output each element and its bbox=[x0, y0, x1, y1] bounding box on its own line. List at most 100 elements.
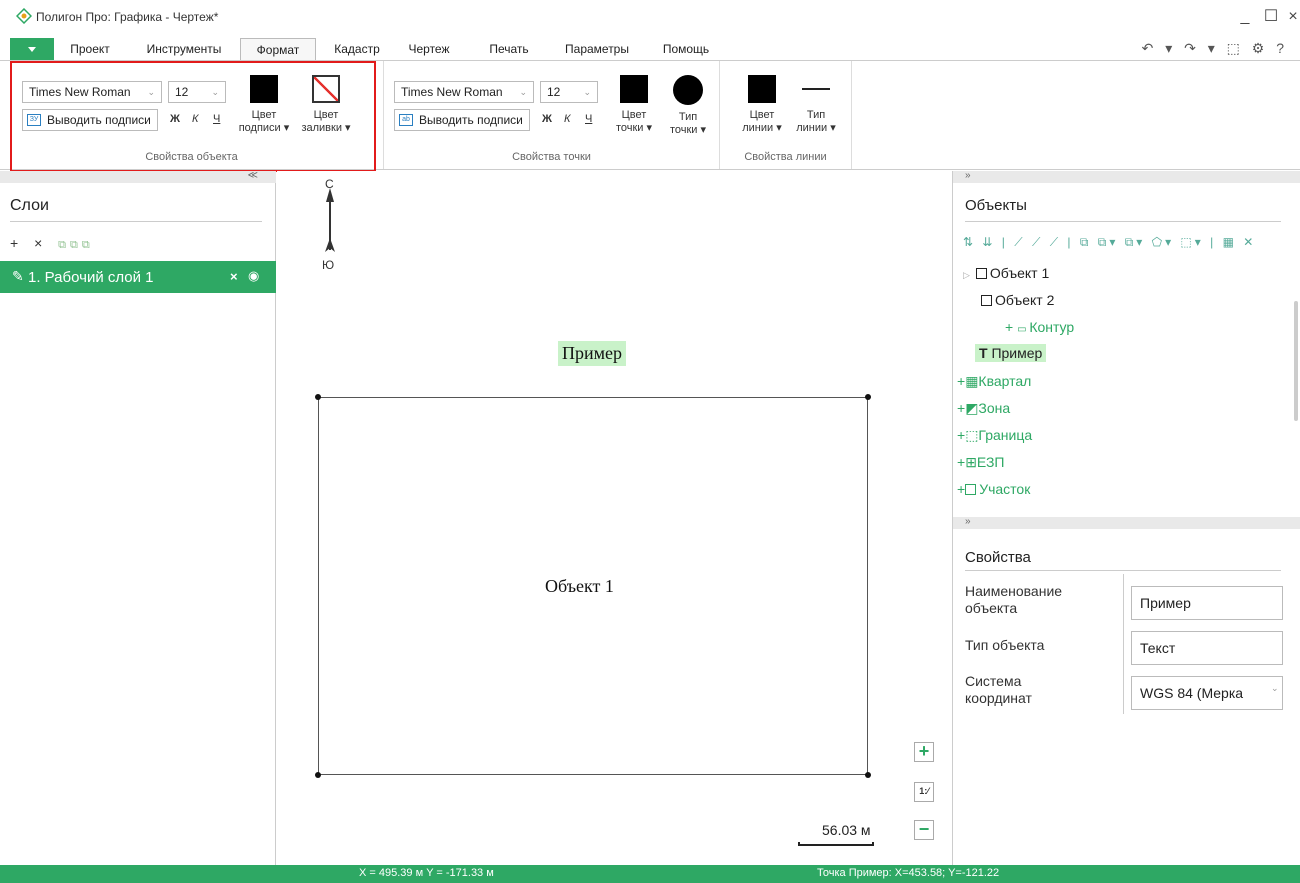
tree-item-label: Зона bbox=[978, 400, 1011, 416]
object-type-field[interactable]: Текст bbox=[1131, 631, 1283, 665]
layer-item[interactable]: ✎ 1. Рабочий слой 1 × ◉ bbox=[0, 261, 276, 293]
collapse-objects-button[interactable]: » bbox=[953, 171, 1300, 183]
coord-system-label: Система координат bbox=[965, 673, 1032, 706]
app-menu-button[interactable] bbox=[10, 38, 54, 60]
expand-icon[interactable]: + bbox=[957, 373, 965, 389]
quick-access-toolbar[interactable]: ↶ ▾ ↷ ▾ ⬚ ⚙ ? bbox=[1142, 40, 1288, 58]
expand-icon[interactable]: + bbox=[1005, 319, 1017, 335]
collapse-properties-button[interactable]: » bbox=[953, 517, 1300, 529]
quarter-icon: ▦ bbox=[965, 373, 979, 389]
chevron-down-icon: ⌄ bbox=[583, 87, 591, 97]
compass-south-label: Ю bbox=[322, 258, 335, 272]
window-title: Полигон Про: Графика - Чертеж* bbox=[36, 10, 219, 24]
point-color-button[interactable]: Цвет точки ▾ bbox=[606, 75, 662, 135]
zoom-in-button[interactable]: + bbox=[914, 742, 934, 762]
scale-value: 56.03 м bbox=[822, 822, 871, 838]
objects-scrollbar[interactable] bbox=[1294, 301, 1298, 421]
right-panel: » Объекты ⇅ ⇊ | ⟋ ⟋ ⟋ | ⧉ ⧉▾ ⧉▾ ⬠▾ ⬚▾ | … bbox=[952, 171, 1300, 865]
minimize-button[interactable]: _ bbox=[1236, 8, 1254, 26]
point-type-label: Тип точки ▾ bbox=[669, 111, 707, 136]
point-color-label: Цвет точки ▾ bbox=[615, 109, 653, 134]
object-name-field[interactable]: Пример bbox=[1131, 586, 1283, 620]
layer-item-label: 1. Рабочий слой 1 bbox=[28, 269, 154, 286]
properties-title: Свойства bbox=[965, 549, 1031, 566]
scale-bar bbox=[798, 842, 874, 846]
tree-item-parcel[interactable]: + Участок bbox=[957, 481, 1030, 497]
tree-item-label: Объект 1 bbox=[989, 265, 1050, 281]
point-type-swatch bbox=[673, 75, 703, 105]
tree-item-object-2[interactable]: Объект 2 bbox=[981, 292, 1054, 308]
vertex-point[interactable] bbox=[315, 394, 321, 400]
point-underline-button[interactable]: Ч bbox=[585, 113, 592, 125]
menu-print[interactable]: Печать bbox=[484, 38, 534, 60]
collapse-layers-button[interactable]: ≪ bbox=[0, 171, 276, 183]
menu-drawing[interactable]: Чертеж bbox=[404, 38, 454, 60]
delete-layer-icon[interactable]: × bbox=[230, 269, 238, 284]
tree-item-object-1[interactable]: ▷ Объект 1 bbox=[963, 265, 1049, 281]
tree-item-ezp[interactable]: +⊞ЕЗП bbox=[957, 454, 1004, 471]
coord-system-select[interactable]: WGS 84 (Мерка bbox=[1131, 676, 1283, 710]
objects-title: Объекты bbox=[965, 197, 1027, 214]
menu-tools[interactable]: Инструменты bbox=[140, 38, 228, 60]
point-italic-button[interactable]: К bbox=[564, 113, 570, 125]
expand-icon[interactable]: ▷ bbox=[963, 270, 970, 280]
point-show-labels-button[interactable]: ab Выводить подписи bbox=[394, 109, 530, 131]
line-color-label: Цвет линии ▾ bbox=[742, 109, 782, 134]
line-type-button[interactable]: Тип линии ▾ bbox=[788, 75, 844, 135]
visibility-eye-icon[interactable]: ◉ bbox=[248, 268, 259, 284]
tree-item-label: Граница bbox=[978, 427, 1033, 443]
menu-help[interactable]: Помощь bbox=[660, 38, 712, 60]
menu-parameters[interactable]: Параметры bbox=[560, 38, 634, 60]
example-text-object[interactable]: Пример bbox=[558, 341, 627, 366]
pencil-icon: ✎ bbox=[12, 268, 24, 284]
vertex-point[interactable] bbox=[865, 772, 871, 778]
menu-bar: Проект Инструменты Формат Кадастр Чертеж… bbox=[0, 38, 1300, 60]
line-type-swatch bbox=[802, 75, 830, 103]
layer-copy-icons[interactable]: ⧉⧉⧉ bbox=[58, 239, 94, 251]
menu-project[interactable]: Проект bbox=[66, 38, 114, 60]
close-button[interactable]: × bbox=[1284, 8, 1300, 26]
zoom-out-button[interactable]: − bbox=[914, 820, 934, 840]
highlight-frame bbox=[10, 61, 376, 172]
maximize-button[interactable]: ☐ bbox=[1262, 8, 1280, 26]
expand-icon[interactable]: + bbox=[957, 481, 965, 497]
status-bar: X = 495.39 м Y = -171.33 м Точка Пример:… bbox=[0, 865, 1300, 883]
tree-item-boundary[interactable]: +⬚Граница bbox=[957, 427, 1032, 444]
title-bar: Полигон Про: Графика - Чертеж* _ ☐ × bbox=[0, 0, 1300, 38]
point-font-value: Times New Roman bbox=[401, 85, 503, 99]
coord-system-value: WGS 84 (Мерка bbox=[1140, 685, 1244, 701]
point-font-select[interactable]: Times New Roman ⌄ bbox=[394, 81, 534, 103]
object-type-label: Тип объекта bbox=[965, 637, 1045, 653]
tree-item-example[interactable]: T Пример bbox=[975, 344, 1047, 362]
line-color-button[interactable]: Цвет линии ▾ bbox=[734, 75, 790, 135]
point-bold-button[interactable]: Ж bbox=[542, 113, 552, 125]
point-size-value: 12 bbox=[547, 85, 561, 99]
expand-icon[interactable]: + bbox=[957, 400, 965, 416]
labels-icon: ab bbox=[399, 114, 413, 126]
menu-format[interactable]: Формат bbox=[240, 38, 316, 60]
layers-toolbar[interactable]: + × ⧉⧉⧉ bbox=[10, 235, 94, 252]
point-color-swatch bbox=[620, 75, 648, 103]
object-name-label: Наименование объекта bbox=[965, 583, 1063, 616]
point-properties-group: Times New Roman ⌄ 12 ⌄ ab Выводить подпи… bbox=[384, 61, 720, 169]
expand-icon[interactable]: + bbox=[957, 454, 965, 470]
tree-item-contour[interactable]: + ▭ Контур bbox=[1005, 319, 1074, 335]
tree-item-zone[interactable]: +◩Зона bbox=[957, 400, 1010, 417]
menu-cadastre[interactable]: Кадастр bbox=[330, 38, 384, 60]
vertex-point[interactable] bbox=[865, 394, 871, 400]
zone-icon: ◩ bbox=[965, 400, 979, 416]
point-show-labels-label: Выводить подписи bbox=[419, 113, 523, 127]
tree-item-label: ЕЗП bbox=[976, 454, 1005, 470]
scale-ratio-icon[interactable]: 1:⁄ bbox=[914, 782, 934, 802]
tree-item-quarter[interactable]: +▦Квартал bbox=[957, 373, 1031, 390]
ezp-icon: ⊞ bbox=[965, 454, 977, 470]
vertex-point[interactable] bbox=[315, 772, 321, 778]
point-size-select[interactable]: 12 ⌄ bbox=[540, 81, 598, 103]
compass-north-label: С bbox=[325, 177, 334, 191]
point-type-button[interactable]: Тип точки ▾ bbox=[660, 75, 716, 137]
add-remove-layer-buttons[interactable]: + × bbox=[10, 235, 48, 251]
tree-item-label: Контур bbox=[1029, 319, 1075, 335]
parcel-icon bbox=[965, 484, 977, 495]
objects-toolbar[interactable]: ⇅ ⇊ | ⟋ ⟋ ⟋ | ⧉ ⧉▾ ⧉▾ ⬠▾ ⬚▾ | ▦ ✕ bbox=[963, 235, 1256, 250]
expand-icon[interactable]: + bbox=[957, 427, 965, 443]
